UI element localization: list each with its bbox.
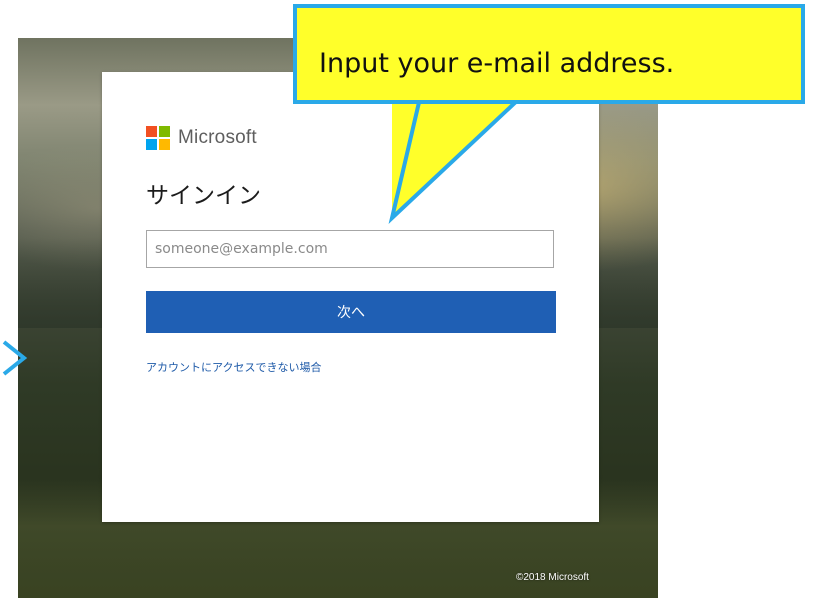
screenshot-stage: Microsoft サインイン 次へ アカウントにアクセスできない場合 ©201…: [0, 0, 826, 598]
next-button[interactable]: 次へ: [146, 291, 556, 333]
email-field[interactable]: [146, 230, 554, 268]
brand-name: Microsoft: [178, 127, 257, 148]
microsoft-logo-icon: [146, 126, 170, 150]
cant-access-account-link[interactable]: アカウントにアクセスできない場合: [146, 359, 321, 375]
callout-tail-icon: [388, 96, 522, 224]
callout-text: Input your e-mail address.: [319, 48, 675, 79]
instruction-callout: Input your e-mail address.: [293, 4, 805, 104]
left-callout-arrow-icon: [2, 340, 28, 376]
microsoft-logo: Microsoft: [146, 126, 257, 150]
page-title: サインイン: [146, 183, 261, 209]
copyright-text: ©2018 Microsoft: [516, 572, 589, 583]
